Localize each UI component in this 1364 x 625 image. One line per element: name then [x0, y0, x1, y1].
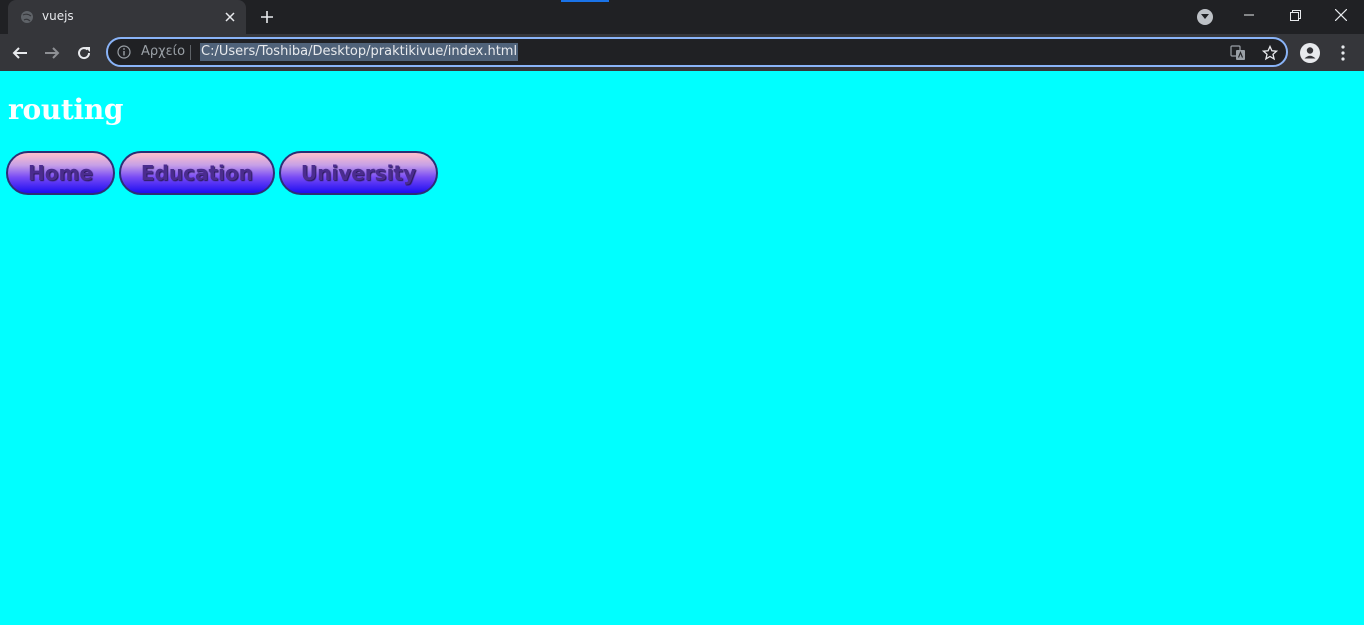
minimize-icon[interactable]: [1226, 0, 1272, 30]
url-text[interactable]: C:/Users/Toshiba/Desktop/praktikivue/ind…: [200, 43, 519, 61]
close-window-icon[interactable]: [1318, 0, 1364, 30]
new-tab-icon[interactable]: [258, 8, 276, 26]
url-scheme-label: Αρχείο: [141, 44, 186, 59]
browser-tab[interactable]: vuejs: [8, 0, 246, 34]
address-bar[interactable]: Αρχείο C:/Users/Toshiba/Desktop/praktiki…: [106, 37, 1288, 67]
nav-button-university[interactable]: University: [278, 151, 439, 195]
page-title: routing: [8, 93, 124, 126]
tab-search-icon[interactable]: [1197, 9, 1213, 25]
forward-arrow-icon[interactable]: [38, 39, 66, 67]
reload-icon[interactable]: [70, 39, 98, 67]
restore-icon[interactable]: [1272, 0, 1318, 30]
profile-avatar-icon[interactable]: [1296, 39, 1324, 67]
address-separator: [190, 45, 191, 60]
nav-button-education[interactable]: Education: [118, 151, 275, 195]
kebab-menu-icon[interactable]: [1329, 39, 1357, 67]
route-nav: Home Education University: [6, 151, 439, 195]
nav-button-home[interactable]: Home: [6, 151, 115, 195]
close-tab-icon[interactable]: [222, 9, 238, 25]
browser-toolbar: Αρχείο C:/Users/Toshiba/Desktop/praktiki…: [0, 34, 1364, 71]
globe-icon: [20, 10, 34, 24]
translate-icon[interactable]: [1229, 44, 1247, 62]
back-arrow-icon[interactable]: [6, 39, 34, 67]
bookmark-star-icon[interactable]: [1261, 44, 1279, 62]
tab-title: vuejs: [42, 9, 74, 23]
page-viewport: routing Home Education University: [0, 71, 1364, 625]
browser-titlebar: vuejs: [0, 0, 1364, 34]
info-icon[interactable]: [117, 45, 131, 59]
tab-strip-accent: [561, 0, 609, 2]
